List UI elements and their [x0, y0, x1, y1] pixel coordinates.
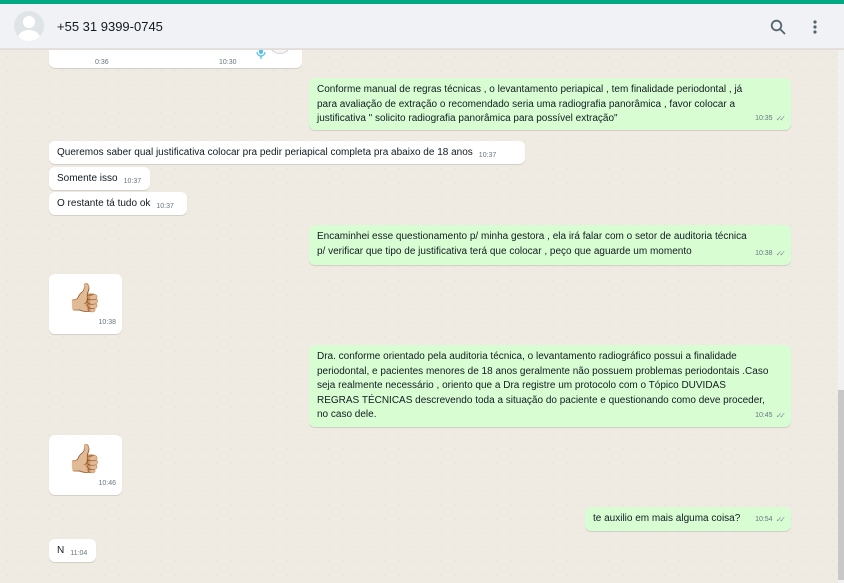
message-bubble-outgoing[interactable]: Dra. conforme orientado pela auditoria t… [309, 345, 791, 427]
message-meta: 10:38 ✓✓ [755, 247, 787, 262]
message-list[interactable]: 0:36 10:30 Conforme manual de regras téc… [0, 50, 838, 583]
message-text: Somente isso [57, 173, 118, 184]
message-time: 10:38 [755, 249, 773, 257]
message-bubble-incoming[interactable]: Queremos saber qual justificativa coloca… [49, 141, 525, 164]
sticker-message[interactable]: 👍🏼 10:46 [49, 435, 122, 495]
message-time: 10:35 [755, 114, 773, 122]
message-bubble-incoming[interactable]: Somente isso 10:37 [49, 167, 150, 190]
thumbs-up-icon: 👍🏼 [67, 282, 102, 313]
audio-duration: 0:36 [95, 59, 109, 66]
message-time: 10:37 [156, 203, 174, 210]
message-bubble-outgoing[interactable]: Encaminhei esse questionamento p/ minha … [309, 225, 791, 265]
message-bubble-outgoing[interactable]: te auxilio em mais alguma coisa? 10:54 ✓… [585, 507, 791, 531]
message-bubble-incoming[interactable]: O restante tá tudo ok 10:37 [49, 192, 187, 215]
sticker-message[interactable]: 👍🏼 10:38 [49, 274, 122, 334]
message-meta: 10:45 ✓✓ [755, 409, 787, 424]
audio-message[interactable]: 0:36 10:30 [49, 50, 302, 68]
message-time: 10:37 [478, 152, 497, 159]
search-icon[interactable] [767, 16, 789, 38]
message-time: 10:38 [98, 318, 116, 326]
contact-name[interactable]: +55 31 9399-0745 [57, 19, 163, 34]
avatar[interactable] [14, 11, 44, 41]
message-text: Conforme manual de regras técnicas , o l… [317, 84, 743, 124]
menu-icon[interactable] [804, 16, 826, 38]
scrollbar-thumb[interactable] [838, 390, 844, 580]
message-time: 10:30 [219, 59, 237, 66]
message-time: 10:45 [755, 411, 773, 419]
double-check-icon: ✓✓ [775, 113, 787, 123]
message-bubble-incoming[interactable]: N 11:04 [49, 539, 96, 562]
thumbs-up-icon: 👍🏼 [67, 443, 102, 474]
message-time: 10:37 [123, 178, 142, 185]
message-text: O restante tá tudo ok [57, 198, 151, 209]
sender-avatar [269, 50, 291, 54]
microphone-icon [256, 50, 266, 59]
message-text: N [57, 545, 65, 556]
double-check-icon: ✓✓ [775, 410, 787, 420]
double-check-icon: ✓✓ [775, 248, 787, 258]
double-check-icon: ✓✓ [775, 514, 787, 524]
message-text: te auxilio em mais alguma coisa? [593, 513, 741, 524]
message-meta: 10:54 ✓✓ [755, 513, 787, 528]
message-bubble-outgoing[interactable]: Conforme manual de regras técnicas , o l… [309, 78, 791, 130]
chat-header: +55 31 9399-0745 [0, 4, 844, 49]
message-time: 11:04 [70, 550, 88, 557]
message-meta: 10:35 ✓✓ [755, 112, 787, 127]
message-text: Encaminhei esse questionamento p/ minha … [317, 231, 747, 257]
message-time: 10:54 [755, 515, 773, 523]
message-text: Dra. conforme orientado pela auditoria t… [317, 351, 769, 420]
message-time: 10:46 [98, 479, 116, 487]
chat-scrollbar[interactable] [838, 50, 844, 583]
message-text: Queremos saber qual justificativa coloca… [57, 147, 473, 158]
